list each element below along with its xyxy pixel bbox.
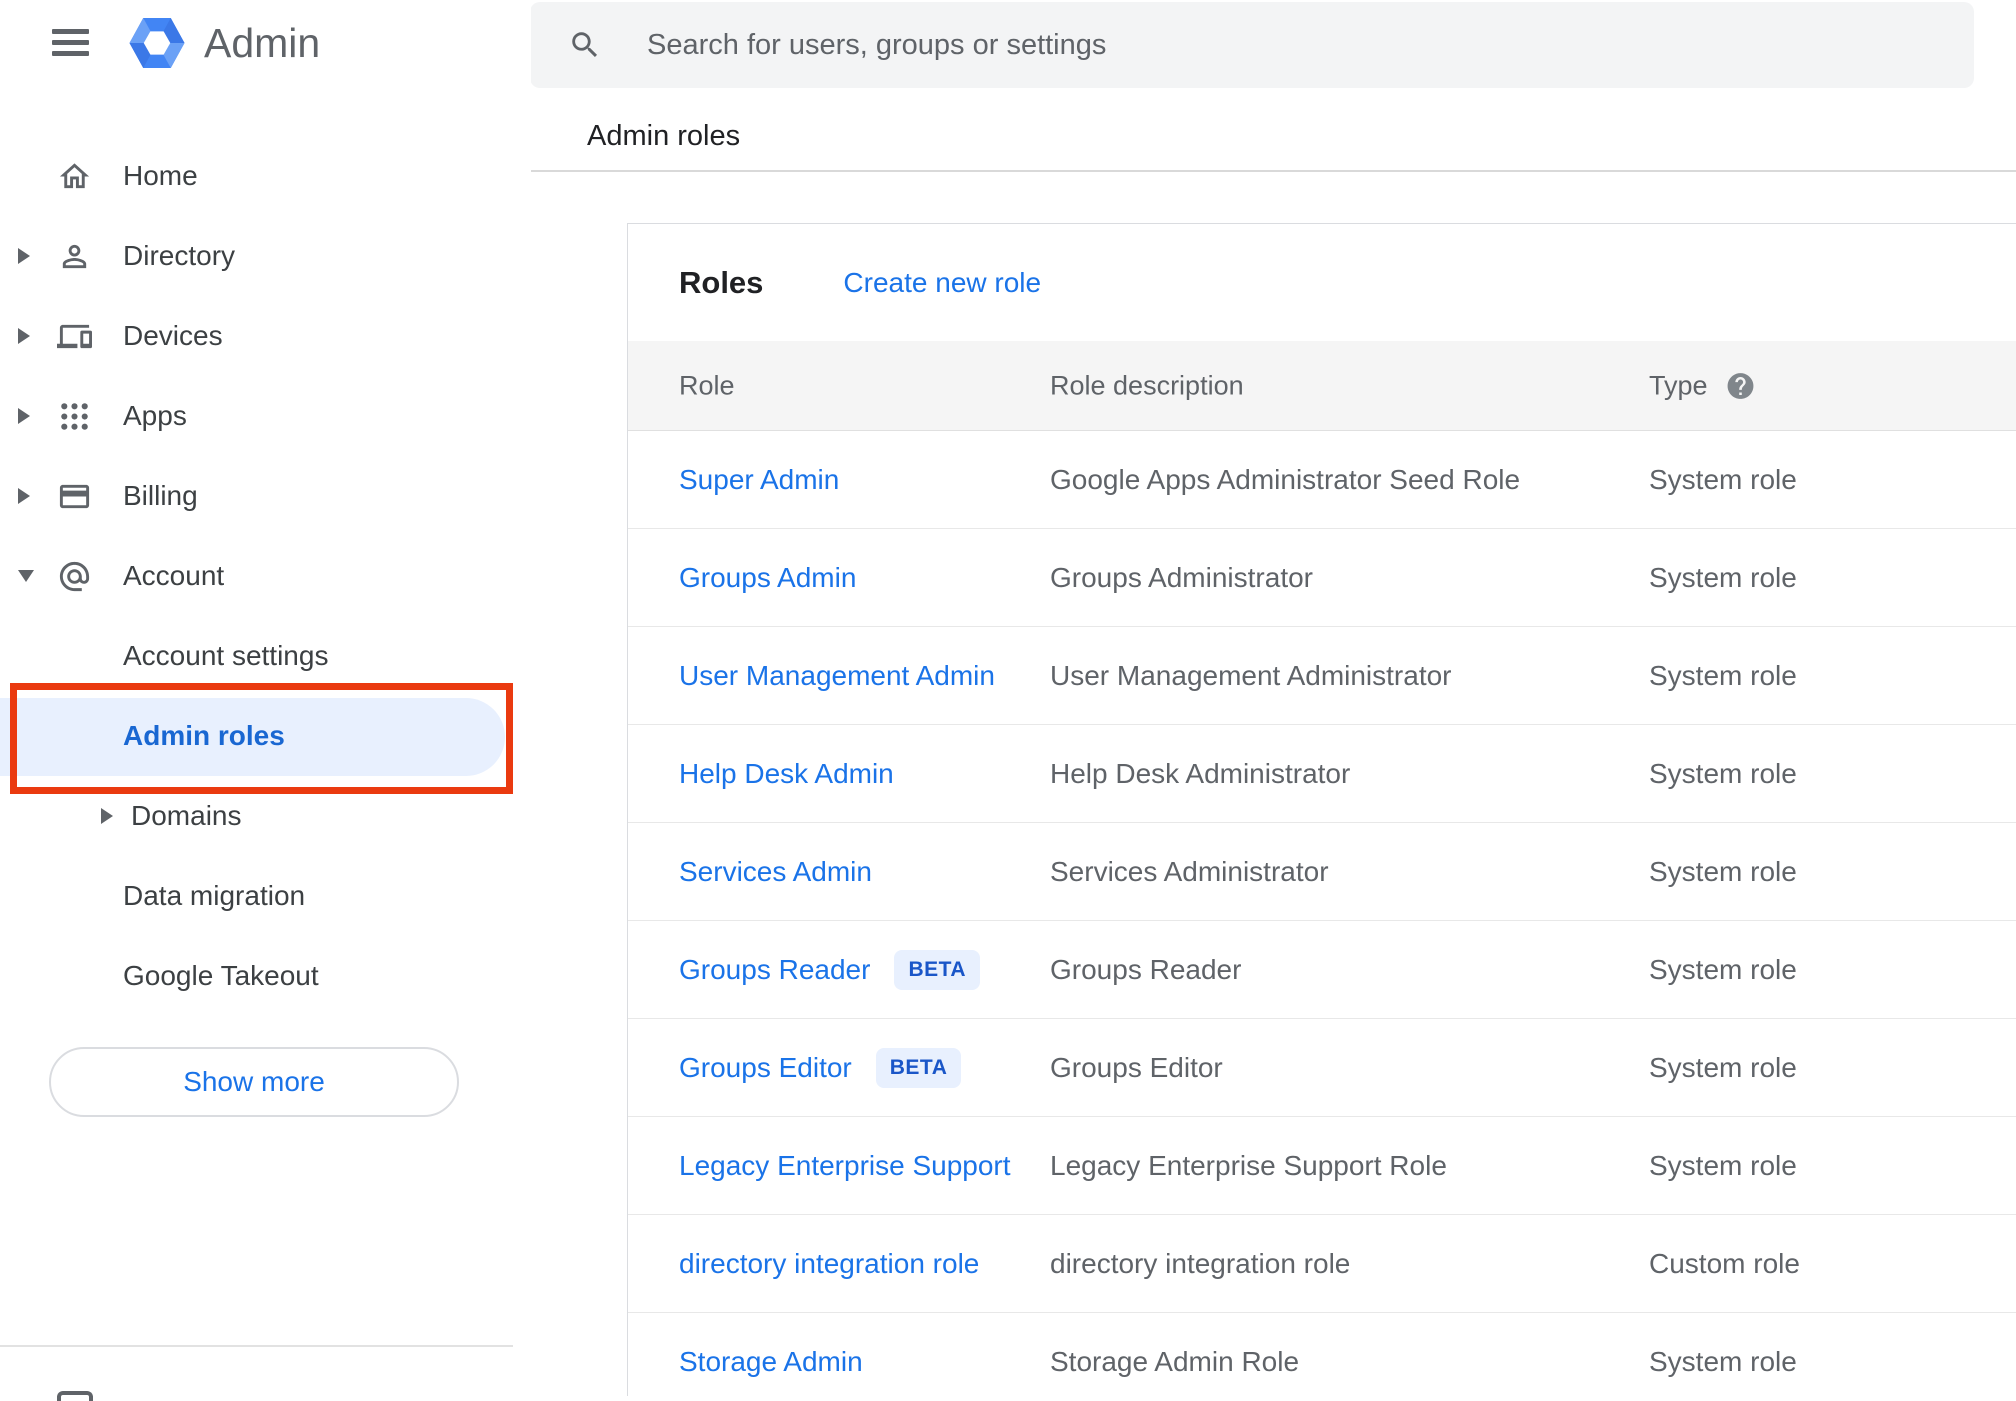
sidebar-item-label: Home xyxy=(123,160,198,191)
search-input[interactable] xyxy=(530,2,1974,88)
role-link[interactable]: Help Desk Admin xyxy=(679,758,894,790)
hamburger-menu-icon[interactable] xyxy=(52,29,89,56)
sidebar-bottom-divider xyxy=(0,1345,513,1347)
devices-icon xyxy=(56,318,92,354)
role-link[interactable]: Services Admin xyxy=(679,856,872,888)
role-type: System role xyxy=(1649,757,1797,789)
role-description: Services Administrator xyxy=(1050,855,1329,887)
chevron-down-icon xyxy=(18,570,34,582)
breadcrumb: Admin roles xyxy=(587,120,741,152)
sidebar-subitem-account-settings[interactable]: Account settings xyxy=(0,616,531,696)
home-icon xyxy=(56,158,92,194)
role-description: Groups Administrator xyxy=(1050,561,1313,593)
role-description: User Management Administrator xyxy=(1050,659,1452,691)
role-link[interactable]: Groups Admin xyxy=(679,562,856,594)
sidebar-item-label: Apps xyxy=(123,400,187,431)
role-link[interactable]: Groups Reader xyxy=(679,954,870,986)
sidebar-item-label: Google Takeout xyxy=(123,960,319,991)
at-email-icon xyxy=(56,558,92,594)
person-icon xyxy=(56,238,92,274)
chevron-right-icon xyxy=(18,408,30,424)
table-row: Help Desk Admin Help Desk Administrator Sy… xyxy=(628,725,2016,823)
role-type: System role xyxy=(1649,855,1797,887)
role-type: Custom role xyxy=(1649,1247,1800,1279)
sidebar-nav: Home Directory Devices Apps Billing Account Ac… xyxy=(0,136,531,1016)
panel-title: Roles xyxy=(679,264,764,300)
sidebar-item-label: Directory xyxy=(123,240,236,271)
sidebar-item-label: Account settings xyxy=(123,640,329,671)
clipped-bottom-icon xyxy=(57,1391,93,1401)
role-type: System role xyxy=(1649,561,1797,593)
table-body: Super Admin Google Apps Administrator See… xyxy=(628,431,2016,1396)
table-row: Super Admin Google Apps Administrator See… xyxy=(628,431,2016,529)
sidebar-subitem-admin-roles[interactable]: Admin roles xyxy=(0,683,531,794)
column-header-type: Type xyxy=(1649,370,1756,401)
role-description: Storage Admin Role xyxy=(1050,1345,1300,1377)
create-new-role-link[interactable]: Create new role xyxy=(843,267,1041,299)
sidebar-item-label: Data migration xyxy=(123,880,306,911)
role-description: Help Desk Administrator xyxy=(1050,757,1351,789)
sidebar: Admin Home Directory Devices Apps Billing Acc… xyxy=(0,0,531,1401)
apps-grid-icon xyxy=(56,398,92,434)
sidebar-item-directory[interactable]: Directory xyxy=(0,216,531,296)
role-type: System role xyxy=(1649,1345,1797,1377)
sidebar-subitem-domains[interactable]: Domains xyxy=(0,776,531,856)
role-link[interactable]: Storage Admin xyxy=(679,1346,863,1378)
help-icon[interactable] xyxy=(1725,370,1756,401)
column-header-role: Role xyxy=(679,370,735,400)
sidebar-item-apps[interactable]: Apps xyxy=(0,376,531,456)
admin-hexagon-icon xyxy=(129,18,185,68)
role-description: Groups Editor xyxy=(1050,1051,1223,1083)
sidebar-item-label: Account xyxy=(123,560,225,591)
table-row: Storage Admin Storage Admin Role System ro… xyxy=(628,1313,2016,1396)
role-type: System role xyxy=(1649,1051,1797,1083)
table-header-row: Role Role description Type xyxy=(628,341,2016,431)
table-row: User Management Admin User Management Adm… xyxy=(628,627,2016,725)
role-description: Google Apps Administrator Seed Role xyxy=(1050,463,1521,495)
role-link[interactable]: directory integration role xyxy=(679,1248,979,1280)
chevron-right-icon xyxy=(18,328,30,344)
roles-panel-header: Roles Create new role xyxy=(628,224,2016,341)
table-row: Services Admin Services Administrator Syst… xyxy=(628,823,2016,921)
table-row: Legacy Enterprise Support Legacy Enterpri… xyxy=(628,1117,2016,1215)
sidebar-item-billing[interactable]: Billing xyxy=(0,456,531,536)
header-divider xyxy=(530,170,2016,172)
show-more-button[interactable]: Show more xyxy=(49,1047,459,1117)
search-bar xyxy=(530,2,1974,88)
column-header-description: Role description xyxy=(1050,370,1244,400)
chevron-right-icon xyxy=(101,808,113,824)
sidebar-item-label: Admin roles xyxy=(123,720,285,751)
table-row: Groups Editor BETA Groups Editor System rol… xyxy=(628,1019,2016,1117)
sidebar-item-account[interactable]: Account xyxy=(0,536,531,616)
sidebar-item-label: Domains xyxy=(131,800,242,831)
sidebar-item-devices[interactable]: Devices xyxy=(0,296,531,376)
role-description: Legacy Enterprise Support Role xyxy=(1050,1149,1447,1181)
sidebar-item-label: Billing xyxy=(123,480,198,511)
table-row: Groups Reader BETA Groups Reader System rol… xyxy=(628,921,2016,1019)
beta-badge: BETA xyxy=(894,949,981,990)
chevron-right-icon xyxy=(18,248,30,264)
role-type: System role xyxy=(1649,463,1797,495)
role-link[interactable]: Groups Editor xyxy=(679,1052,852,1084)
role-type: System role xyxy=(1649,953,1797,985)
role-type: System role xyxy=(1649,659,1797,691)
sidebar-item-label: Devices xyxy=(123,320,223,351)
sidebar-item-home[interactable]: Home xyxy=(0,136,531,216)
roles-panel: Roles Create new role Role Role descript… xyxy=(627,223,2016,1396)
role-description: directory integration role xyxy=(1050,1247,1351,1279)
role-link[interactable]: Super Admin xyxy=(679,464,839,496)
role-description: Groups Reader xyxy=(1050,953,1242,985)
sidebar-subitem-data-migration[interactable]: Data migration xyxy=(0,856,531,936)
role-link[interactable]: Legacy Enterprise Support xyxy=(679,1150,1011,1182)
role-type: System role xyxy=(1649,1149,1797,1181)
beta-badge: BETA xyxy=(875,1047,962,1088)
role-link[interactable]: User Management Admin xyxy=(679,660,995,692)
table-row: directory integration role directory inte… xyxy=(628,1215,2016,1313)
app-name: Admin xyxy=(204,19,321,66)
sidebar-subitem-google-takeout[interactable]: Google Takeout xyxy=(0,936,531,1016)
chevron-right-icon xyxy=(18,488,30,504)
admin-logo: Admin xyxy=(127,13,320,73)
credit-card-icon xyxy=(56,478,92,514)
table-row: Groups Admin Groups Administrator System r… xyxy=(628,529,2016,627)
